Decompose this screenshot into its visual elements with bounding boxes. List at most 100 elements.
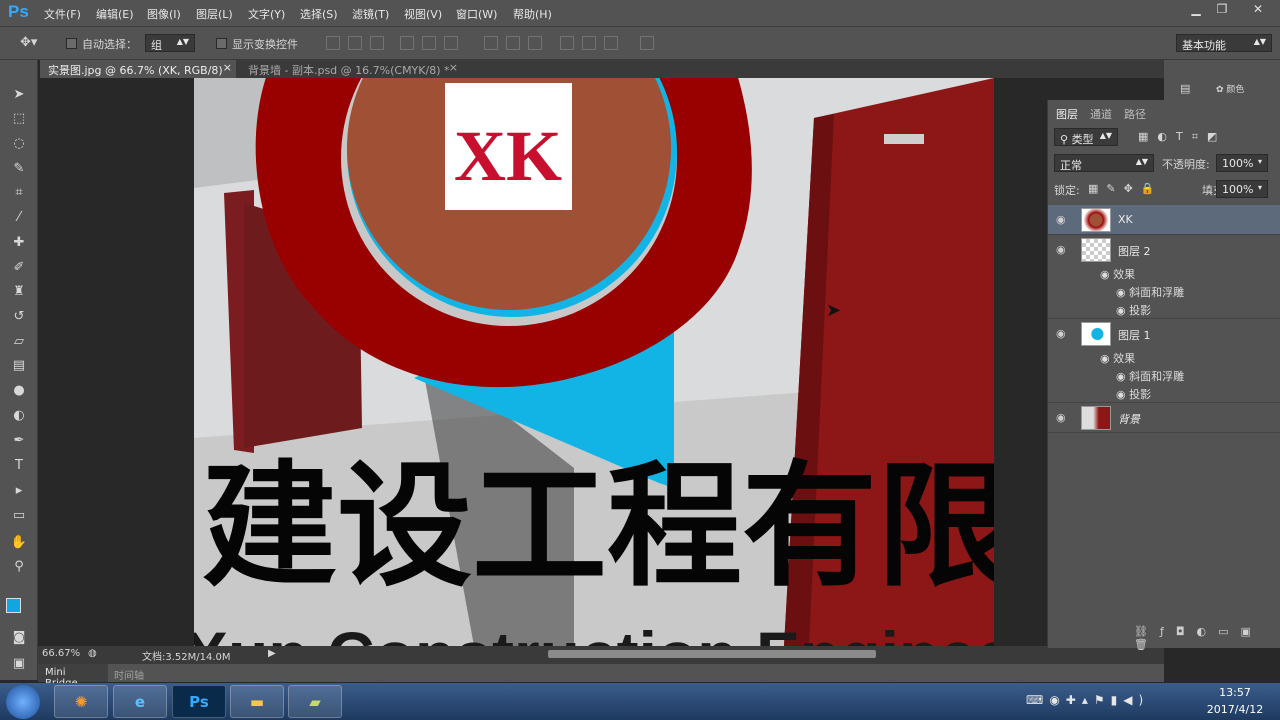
chrome-taskbar-icon[interactable]: ✺ (54, 685, 108, 718)
lasso-tool-icon[interactable]: ◌ (9, 134, 29, 154)
auto-select-checkbox[interactable] (66, 38, 77, 49)
distribute-bottom-icon[interactable] (528, 36, 542, 50)
visibility-eye-icon[interactable]: ◉ (1056, 243, 1066, 256)
effect-bevel[interactable]: ◉ 斜面和浮雕 (1116, 284, 1184, 300)
blur-tool-icon[interactable]: ● (9, 381, 29, 401)
app-taskbar-icon[interactable]: ▰ (288, 685, 342, 718)
horizontal-scrollbar[interactable] (548, 650, 876, 658)
move-tool-icon[interactable]: ✥▾ (20, 35, 37, 50)
opacity-input[interactable]: 100% ▾ (1216, 154, 1268, 172)
stamp-tool-icon[interactable]: ♜ (9, 282, 29, 302)
layer-row-layer2[interactable]: ◉ 图层 2 ◉ 效果 ◉ 斜面和浮雕 ◉ 投影 (1048, 235, 1280, 319)
align-bottom-icon[interactable] (370, 36, 384, 50)
effect-eye-icon[interactable]: ◉ (1116, 286, 1129, 299)
photoshop-taskbar-button[interactable]: Ps (172, 685, 226, 718)
align-hcenter-icon[interactable] (422, 36, 436, 50)
align-vcenter-icon[interactable] (348, 36, 362, 50)
menu-filter[interactable]: 滤镜(T) (352, 6, 389, 22)
effect-shadow[interactable]: ◉ 投影 (1116, 386, 1151, 402)
restore-icon[interactable]: ❐ (1208, 0, 1236, 18)
layer-actions-bar[interactable]: ⛓ƒ◘◐▭▣🗑 (1134, 625, 1280, 651)
eraser-tool-icon[interactable]: ▱ (9, 332, 29, 352)
visibility-eye-icon[interactable]: ◉ (1056, 411, 1066, 424)
close-icon[interactable]: ✕ (1244, 0, 1272, 18)
tab-mini-bridge[interactable]: Mini Bridge (38, 664, 108, 689)
start-button-icon[interactable] (6, 685, 40, 719)
distribute-right-icon[interactable] (604, 36, 618, 50)
layer-row-layer1[interactable]: ◉ 图层 1 ◉ 效果 ◉ 斜面和浮雕 ◉ 投影 (1048, 319, 1280, 403)
path-select-tool-icon[interactable]: ▸ (9, 481, 29, 501)
effect-eye-icon[interactable]: ◉ (1100, 352, 1113, 365)
crop-tool-icon[interactable]: ⌗ (9, 183, 29, 203)
explorer-taskbar-icon[interactable]: ▬ (230, 685, 284, 718)
auto-align-icon[interactable] (640, 36, 654, 50)
hand-tool-icon[interactable]: ✋ (9, 533, 29, 553)
ie-taskbar-icon[interactable]: e (113, 685, 167, 718)
effect-eye-icon[interactable]: ◉ (1116, 304, 1129, 317)
move-tool-icon[interactable]: ➤ (9, 85, 29, 105)
layer-row-xk[interactable]: ◉ XK (1048, 205, 1280, 235)
layer-filter-dropdown[interactable]: ⚲ 类型 ▲▼ (1054, 128, 1118, 146)
menu-edit[interactable]: 编辑(E) (96, 6, 134, 22)
distribute-hcenter-icon[interactable] (582, 36, 596, 50)
distribute-top-icon[interactable] (484, 36, 498, 50)
type-tool-icon[interactable]: T (9, 456, 29, 476)
quick-select-tool-icon[interactable]: ✎ (9, 159, 29, 179)
tab-active[interactable]: 实景图.jpg @ 66.7% (XK, RGB/8) * × (40, 60, 236, 91)
distribute-left-icon[interactable] (560, 36, 574, 50)
system-tray-icons[interactable]: ⌨◉✚▴⚑▮◀) (1026, 693, 1149, 707)
eyedropper-tool-icon[interactable]: ⁄ (9, 208, 29, 228)
status-menu-icon[interactable]: ▶ (268, 648, 276, 659)
menu-view[interactable]: 视图(V) (404, 6, 442, 22)
workspace-dropdown[interactable]: 基本功能 ▲▼ (1176, 34, 1272, 52)
dodge-tool-icon[interactable]: ◐ (9, 406, 29, 426)
tab-timeline[interactable]: 时间轴 (114, 667, 144, 682)
menu-window[interactable]: 窗口(W) (456, 6, 497, 22)
fill-input[interactable]: 100% ▾ (1216, 180, 1268, 198)
tab-layers[interactable]: 图层 (1056, 106, 1078, 122)
canvas[interactable]: XK 建设工程有限 Xun Construction Enginee (194, 78, 994, 646)
zoom-tool-icon[interactable]: ⚲ (9, 557, 29, 577)
tab-close-icon[interactable]: × (223, 61, 232, 74)
effect-eye-icon[interactable]: ◉ (1116, 370, 1129, 383)
menu-layer[interactable]: 图层(L) (196, 6, 233, 22)
color-panel-button[interactable]: ✿ 颜色 (1216, 82, 1244, 95)
rectangle-tool-icon[interactable]: ▭ (9, 506, 29, 526)
distribute-vcenter-icon[interactable] (506, 36, 520, 50)
align-top-icon[interactable] (326, 36, 340, 50)
effect-shadow[interactable]: ◉ 投影 (1116, 302, 1151, 318)
marquee-tool-icon[interactable]: ⬚ (9, 109, 29, 129)
filter-icons[interactable]: ▦◐T⌗◩ (1138, 130, 1226, 144)
tab-inactive[interactable]: 背景墙 - 副本.psd @ 16.7%(CMYK/8) * × (240, 60, 462, 78)
status-info-icon[interactable]: ◍ (88, 648, 97, 659)
effect-eye-icon[interactable]: ◉ (1100, 268, 1113, 281)
clock-time[interactable]: 13:57 (1200, 686, 1270, 699)
visibility-eye-icon[interactable]: ◉ (1056, 213, 1066, 226)
foreground-color-swatch[interactable] (6, 598, 21, 613)
history-icon[interactable]: ▤ (1180, 82, 1190, 95)
align-right-icon[interactable] (444, 36, 458, 50)
menu-select[interactable]: 选择(S) (300, 6, 338, 22)
layer-row-background[interactable]: ◉ 背景 (1048, 403, 1280, 433)
tab-channels[interactable]: 通道 (1090, 106, 1112, 122)
visibility-eye-icon[interactable]: ◉ (1056, 327, 1066, 340)
menu-file[interactable]: 文件(F) (44, 6, 81, 22)
menu-type[interactable]: 文字(Y) (248, 6, 285, 22)
align-left-icon[interactable] (400, 36, 414, 50)
menu-help[interactable]: 帮助(H) (513, 6, 552, 22)
auto-select-dropdown[interactable]: 组 ▲▼ (145, 34, 195, 52)
effect-bevel[interactable]: ◉ 斜面和浮雕 (1116, 368, 1184, 384)
menu-image[interactable]: 图像(I) (147, 6, 181, 22)
brush-tool-icon[interactable]: ✐ (9, 258, 29, 278)
tab-paths[interactable]: 路径 (1124, 106, 1146, 122)
tab-close-icon[interactable]: × (449, 61, 458, 74)
pen-tool-icon[interactable]: ✒ (9, 431, 29, 451)
quick-mask-icon[interactable]: ◙ (9, 628, 29, 648)
minimize-icon[interactable]: ▁ (1182, 0, 1210, 18)
effect-eye-icon[interactable]: ◉ (1116, 388, 1129, 401)
gradient-tool-icon[interactable]: ▤ (9, 356, 29, 376)
clock-date[interactable]: 2017/4/12 (1200, 703, 1270, 716)
show-transform-checkbox[interactable] (216, 38, 227, 49)
history-brush-tool-icon[interactable]: ↺ (9, 307, 29, 327)
screen-mode-icon[interactable]: ▣ (9, 654, 29, 674)
